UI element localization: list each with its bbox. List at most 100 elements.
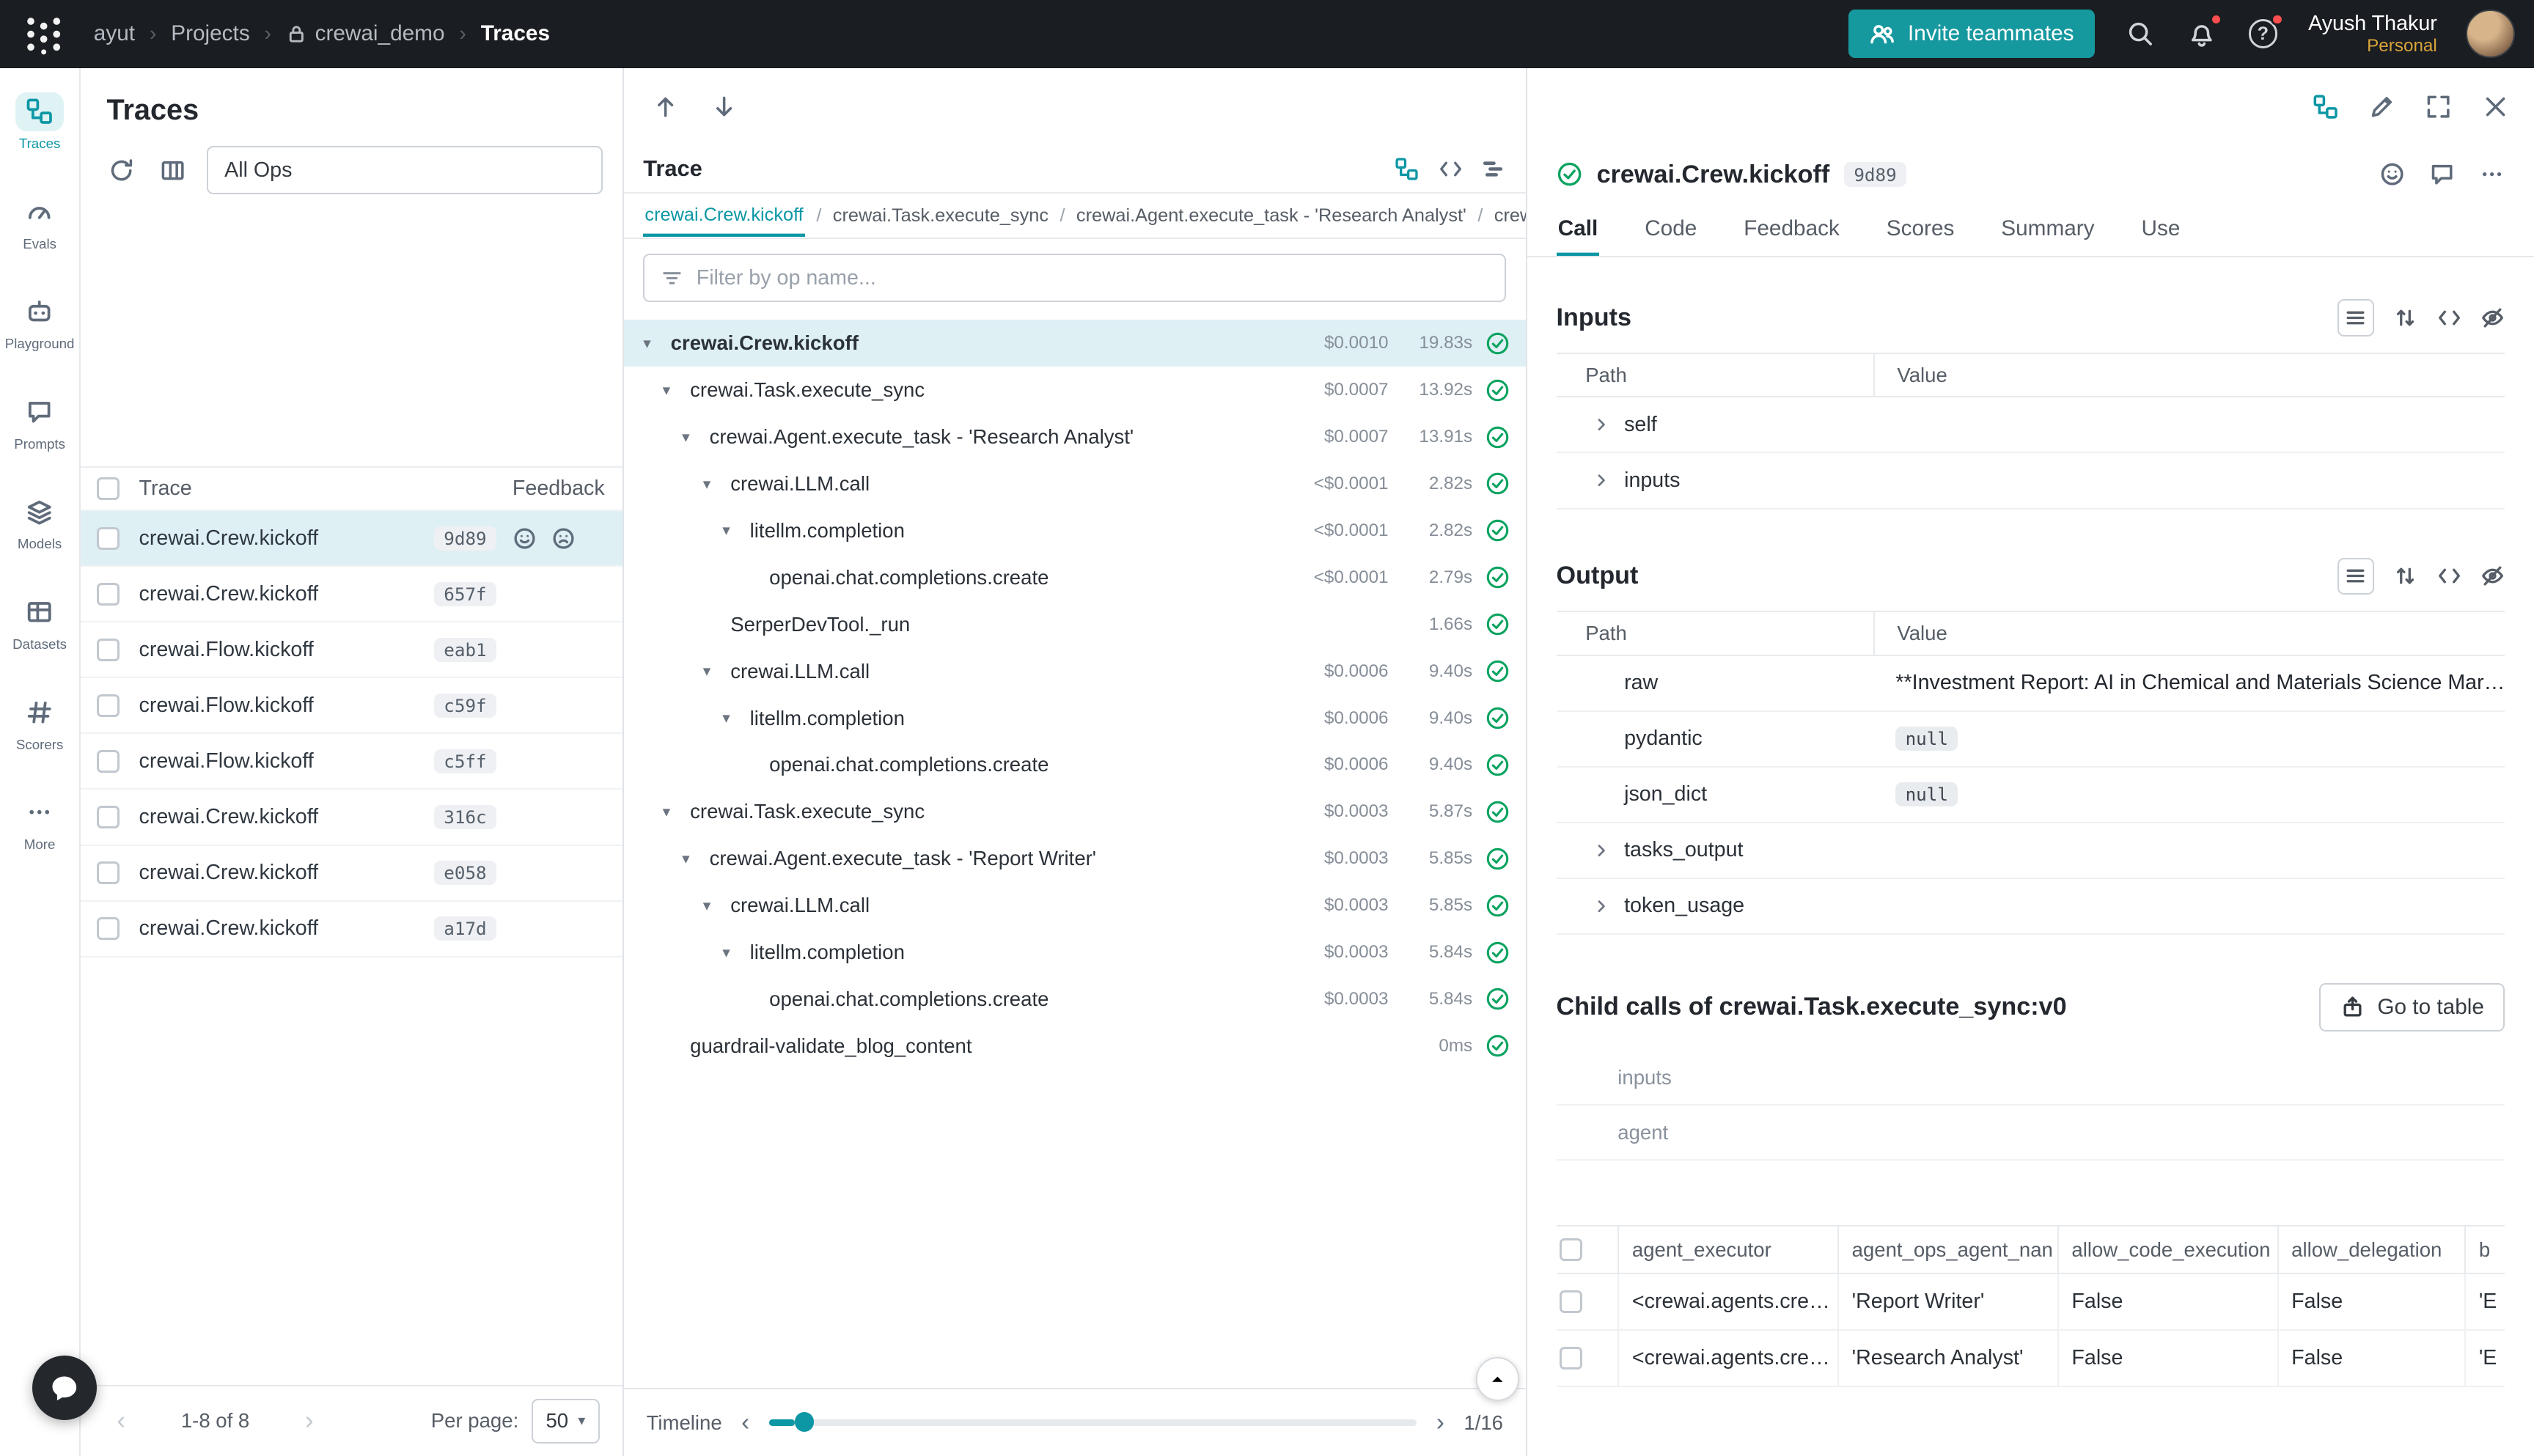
account-menu[interactable]: Ayush Thakur Personal xyxy=(2308,12,2437,56)
table-row[interactable]: crewai.Flow.kickoff eab1 xyxy=(81,622,623,678)
timeline-prev-button[interactable]: ‹ xyxy=(741,1409,749,1437)
timeline-slider[interactable] xyxy=(769,1419,1417,1426)
row-checkbox[interactable] xyxy=(97,750,120,773)
trace-tree-node[interactable]: ▾ crewai.LLM.call $0.0003 5.85s xyxy=(624,882,1526,929)
format-list-button[interactable] xyxy=(2337,299,2374,336)
row-checkbox[interactable] xyxy=(97,861,120,884)
caret-down-icon[interactable]: ▾ xyxy=(722,944,749,962)
caret-down-icon[interactable]: ▾ xyxy=(722,709,749,727)
trace-tree-node[interactable]: SerperDevTool._run 1.66s xyxy=(624,601,1526,648)
sidebar-item-prompts[interactable]: Prompts xyxy=(1,384,78,460)
frown-feedback-icon[interactable] xyxy=(551,526,576,551)
input-row[interactable]: self xyxy=(1557,397,2505,453)
select-all-checkbox[interactable] xyxy=(1560,1238,1582,1261)
row-checkbox[interactable] xyxy=(1560,1347,1582,1369)
table-row[interactable]: crewai.Crew.kickoff 657f xyxy=(81,567,623,622)
chevron-right-icon[interactable] xyxy=(1585,897,1617,916)
trace-tree-node[interactable]: ▾ crewai.Agent.execute_task - 'Report Wr… xyxy=(624,835,1526,882)
refresh-button[interactable] xyxy=(103,152,139,188)
edit-button[interactable] xyxy=(2369,94,2395,120)
wandb-logo[interactable] xyxy=(19,10,67,58)
chevron-right-icon[interactable] xyxy=(1585,841,1617,860)
sidebar-item-traces[interactable]: Traces xyxy=(1,84,78,161)
toggle-tree-button[interactable] xyxy=(2313,94,2338,120)
breadcrumb-projects[interactable]: Projects xyxy=(171,21,249,46)
tree-view-button[interactable] xyxy=(1395,157,1419,181)
tab-call[interactable]: Call xyxy=(1557,204,1600,256)
trace-tree-node[interactable]: ▾ litellm.completion <$0.0001 2.82s xyxy=(624,507,1526,554)
trace-tree-node[interactable]: ▾ crewai.LLM.call <$0.0001 2.82s xyxy=(624,460,1526,507)
breadcrumb-project[interactable]: crewai_demo xyxy=(286,21,445,46)
search-button[interactable] xyxy=(2124,18,2156,50)
prev-call-button[interactable] xyxy=(653,94,678,120)
trace-path-item[interactable]: crewai.LLM.cal xyxy=(1494,205,1526,227)
sidebar-item-playground[interactable]: Playground xyxy=(1,284,78,361)
trace-link[interactable]: crewai.Crew.kickoff xyxy=(139,526,435,551)
hide-values-button[interactable] xyxy=(2480,306,2505,330)
go-to-table-button[interactable]: Go to table xyxy=(2319,983,2505,1032)
trace-tree-node[interactable]: ▾ crewai.Crew.kickoff $0.0010 19.83s xyxy=(624,320,1526,367)
trace-link[interactable]: crewai.Flow.kickoff xyxy=(139,638,435,662)
table-row[interactable]: crewai.Flow.kickoff c59f xyxy=(81,678,623,734)
timeline-handle[interactable] xyxy=(795,1412,814,1431)
output-row[interactable]: raw **Investment Report: AI in Chemical … xyxy=(1557,656,2505,712)
column-header[interactable]: b xyxy=(2464,1227,2505,1272)
trace-link[interactable]: crewai.Flow.kickoff xyxy=(139,749,435,773)
more-menu-button[interactable] xyxy=(2479,161,2505,187)
sidebar-item-evals[interactable]: Evals xyxy=(1,184,78,260)
ops-filter-select[interactable]: All Ops xyxy=(207,146,603,194)
column-header[interactable]: agent_executor xyxy=(1617,1227,1837,1272)
output-row[interactable]: json_dict null xyxy=(1557,768,2505,823)
caret-down-icon[interactable]: ▾ xyxy=(703,897,730,915)
tab-scores[interactable]: Scores xyxy=(1885,204,1956,256)
trace-link[interactable]: crewai.Flow.kickoff xyxy=(139,694,435,718)
trace-tree-node[interactable]: ▾ litellm.completion $0.0003 5.84s xyxy=(624,929,1526,976)
row-checkbox[interactable] xyxy=(97,806,120,828)
collapse-panel-button[interactable] xyxy=(1476,1357,1520,1401)
caret-down-icon[interactable]: ▾ xyxy=(722,521,749,540)
caret-down-icon[interactable]: ▾ xyxy=(703,475,730,493)
per-page-select[interactable]: 50 ▾ xyxy=(532,1399,600,1444)
output-row[interactable]: token_usage xyxy=(1557,879,2505,935)
table-row[interactable]: crewai.Crew.kickoff 9d89 xyxy=(81,511,623,567)
tab-use[interactable]: Use xyxy=(2140,204,2181,256)
expand-values-button[interactable] xyxy=(2393,306,2417,330)
sidebar-item-scorers[interactable]: Scorers xyxy=(1,685,78,761)
trace-path-item[interactable]: crewai.Task.execute_sync xyxy=(833,205,1049,227)
row-checkbox[interactable] xyxy=(97,527,120,550)
hide-values-button[interactable] xyxy=(2480,564,2505,588)
chevron-right-icon[interactable] xyxy=(1585,471,1617,490)
input-row[interactable]: inputs xyxy=(1557,453,2505,509)
row-checkbox[interactable] xyxy=(97,917,120,940)
chevron-right-icon[interactable] xyxy=(1585,415,1617,434)
table-row[interactable]: crewai.Crew.kickoff e058 xyxy=(81,846,623,902)
invite-teammates-button[interactable]: Invite teammates xyxy=(1848,10,2096,58)
next-call-button[interactable] xyxy=(711,94,737,120)
row-checkbox[interactable] xyxy=(1560,1290,1582,1313)
column-header[interactable]: allow_code_execution xyxy=(2057,1227,2277,1272)
expand-values-button[interactable] xyxy=(2393,564,2417,588)
trace-tree-node[interactable]: ▾ crewai.Task.execute_sync $0.0003 5.87s xyxy=(624,788,1526,835)
caret-down-icon[interactable]: ▾ xyxy=(703,662,730,680)
trace-tree-node[interactable]: ▾ crewai.Agent.execute_task - 'Research … xyxy=(624,413,1526,460)
column-header[interactable]: agent_ops_agent_nan xyxy=(1837,1227,2057,1272)
tab-code[interactable]: Code xyxy=(1643,204,1699,256)
caret-down-icon[interactable]: ▾ xyxy=(682,850,709,868)
call-id-badge[interactable]: 9d89 xyxy=(1844,162,1906,186)
columns-button[interactable] xyxy=(155,152,191,188)
sidebar-item-more[interactable]: More xyxy=(1,785,78,861)
avatar[interactable] xyxy=(2466,10,2514,58)
flame-graph-button[interactable] xyxy=(1482,157,1506,181)
output-row[interactable]: tasks_output xyxy=(1557,823,2505,879)
row-checkbox[interactable] xyxy=(97,694,120,717)
trace-path-item[interactable]: crewai.Crew.kickoff xyxy=(643,194,805,237)
trace-tree-node[interactable]: ▾ litellm.completion $0.0006 9.40s xyxy=(624,695,1526,742)
prev-page-button[interactable]: ‹ xyxy=(103,1406,139,1435)
next-page-button[interactable]: › xyxy=(292,1406,327,1435)
sidebar-item-models[interactable]: Models xyxy=(1,485,78,561)
add-reaction-button[interactable] xyxy=(2379,161,2405,187)
caret-down-icon[interactable]: ▾ xyxy=(663,803,690,821)
chat-widget-button[interactable] xyxy=(32,1356,97,1420)
trace-tree-node[interactable]: ▾ crewai.LLM.call $0.0006 9.40s xyxy=(624,648,1526,695)
breadcrumb-entity[interactable]: ayut xyxy=(94,21,135,46)
